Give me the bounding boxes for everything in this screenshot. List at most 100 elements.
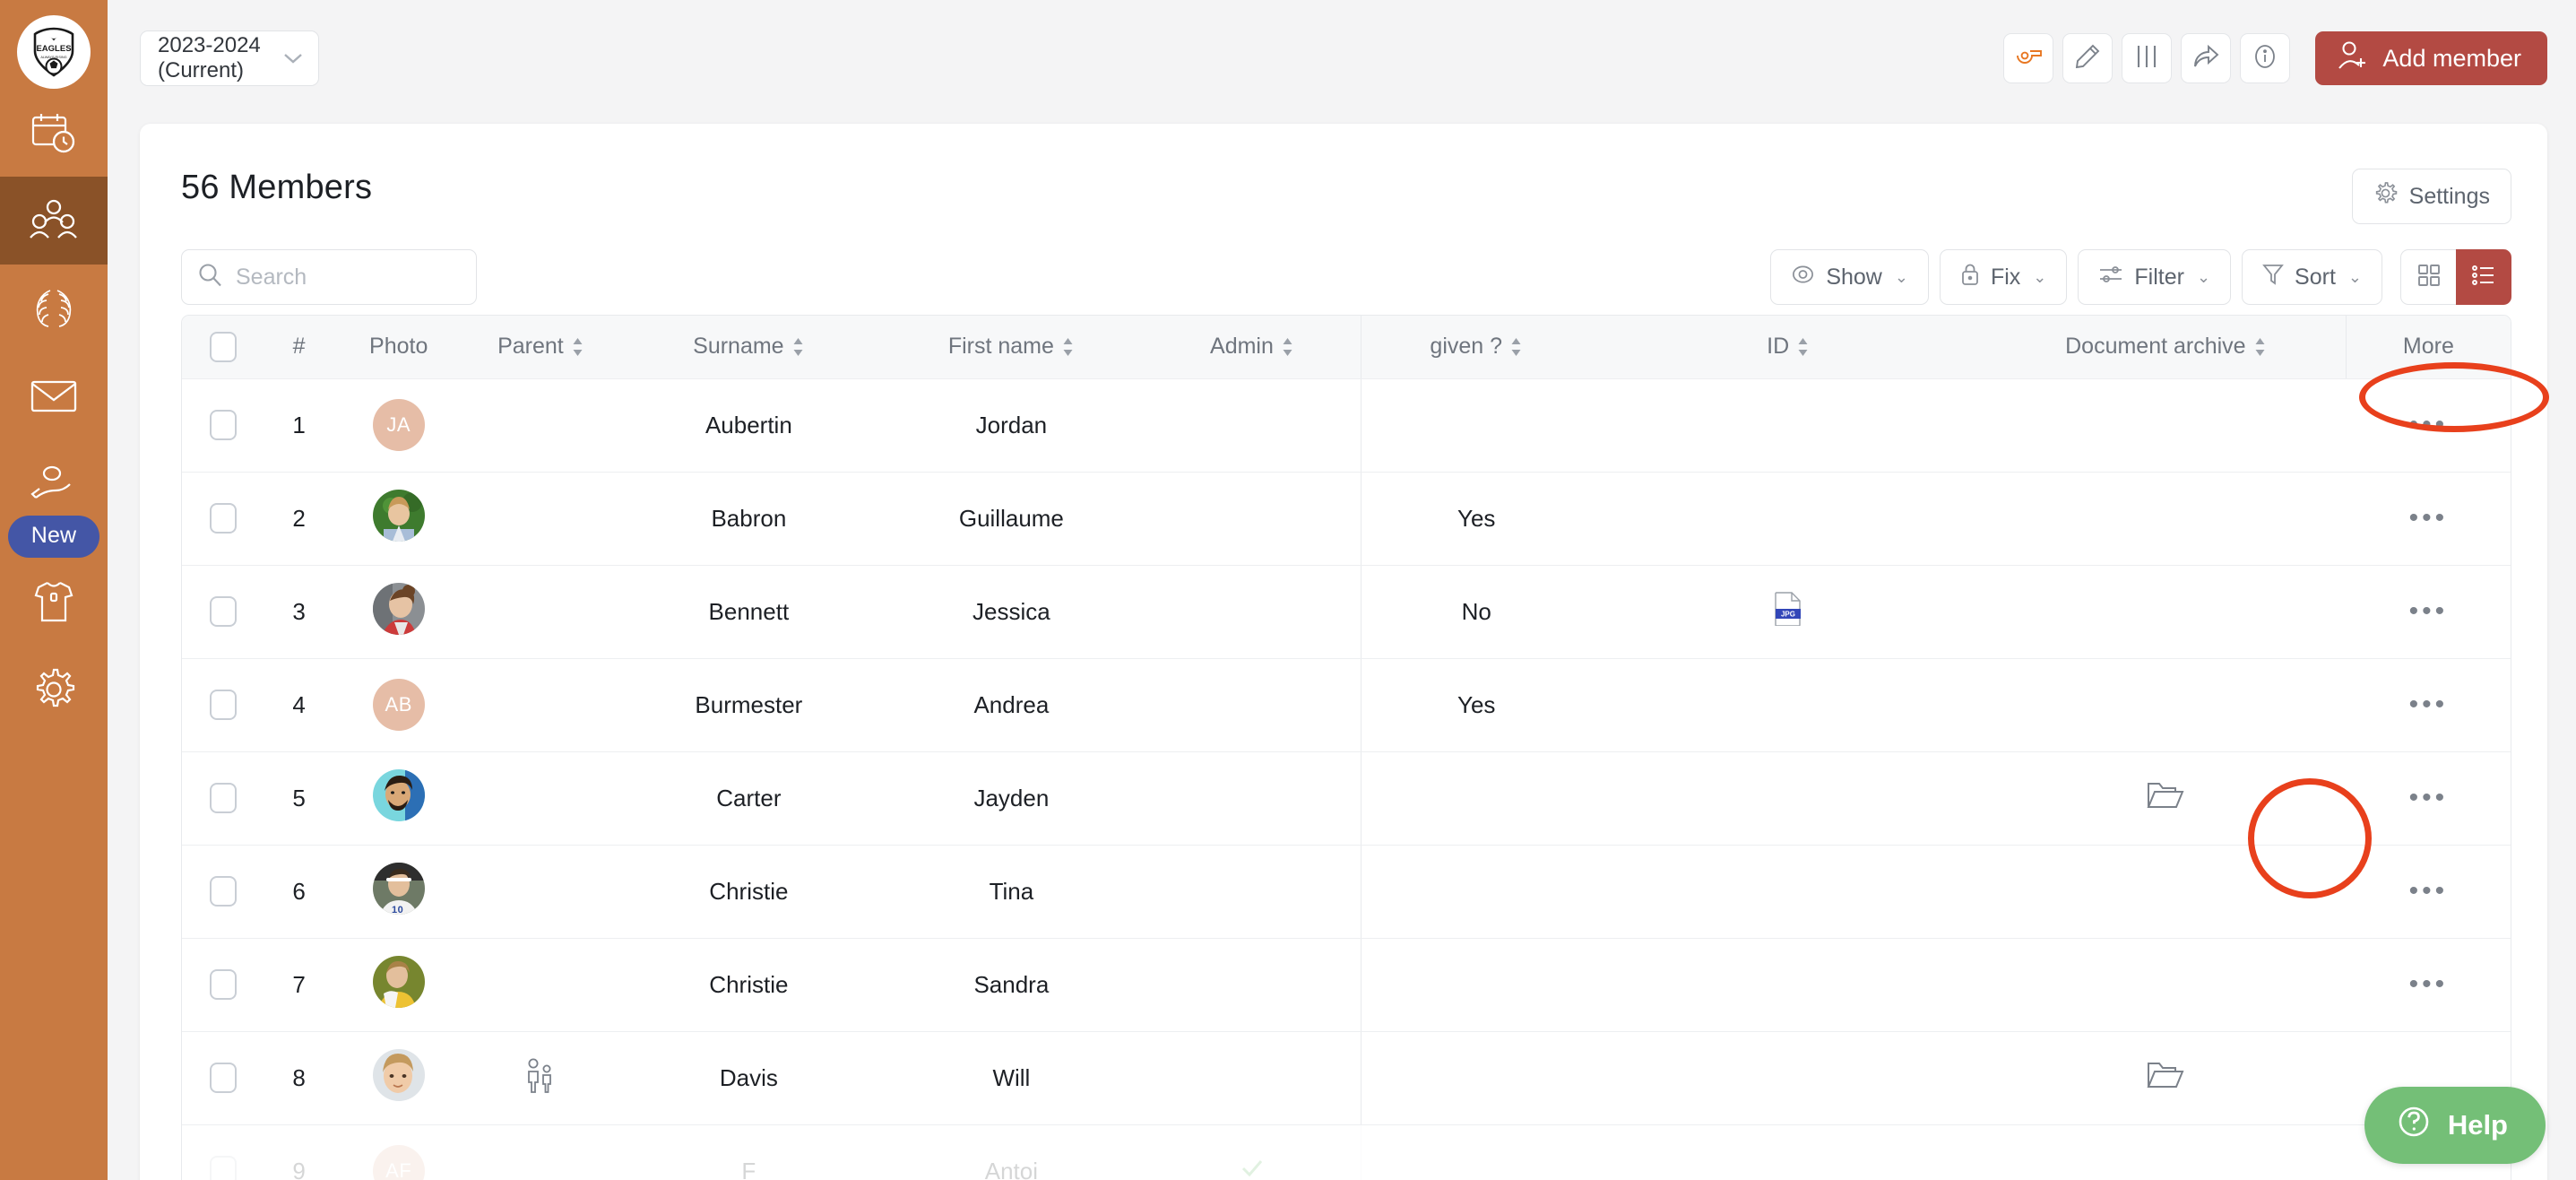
row-checkbox-cell[interactable] [182,938,265,1031]
row-parent-cell[interactable] [464,1031,618,1124]
row-more-button[interactable]: ••• [2409,969,2449,999]
row-more-cell[interactable]: ••• [2347,845,2511,938]
column-header-id[interactable]: ID [1591,316,1985,378]
row-checkbox[interactable] [210,690,238,721]
column-header-document-archive[interactable]: Document archive [1985,316,2347,378]
table-row[interactable]: 3 Bennett Jessica No JPG ••• [182,565,2511,658]
search-box[interactable] [181,249,477,305]
row-id-cell[interactable]: JPG [1591,565,1985,658]
table-row[interactable]: 1 JA Aubertin Jordan ••• [182,378,2511,472]
row-checkbox-cell[interactable] [182,845,265,938]
table-row[interactable]: 5 Carter Jayden ••• [182,751,2511,845]
eagles-club-logo[interactable]: EAGLES ALWAYS RISING [17,15,91,89]
row-checkbox-cell[interactable] [182,565,265,658]
row-document-archive-cell[interactable] [1985,1031,2347,1124]
sort-arrows-icon[interactable] [1282,337,1294,357]
column-header-surname[interactable]: Surname [618,316,880,378]
row-checkbox[interactable] [210,876,238,907]
row-more-cell[interactable]: ••• [2347,658,2511,751]
fix-button[interactable]: Fix ⌄ [1939,249,2068,305]
folder-icon[interactable] [2147,782,2184,816]
row-checkbox[interactable] [210,410,238,441]
row-checkbox[interactable] [210,596,238,628]
folder-icon[interactable] [2147,1062,2184,1096]
whistle-button[interactable] [2003,33,2054,83]
row-first-name: Will [992,1063,1031,1091]
row-document-archive-cell[interactable] [1985,565,2347,658]
sort-arrows-icon[interactable] [1510,337,1523,357]
select-all-header[interactable] [182,316,265,378]
table-row[interactable]: 7 Christie Sandra ••• [182,938,2511,1031]
row-checkbox-cell[interactable] [182,658,265,751]
settings-button[interactable]: Settings [2351,169,2511,224]
row-checkbox-cell[interactable] [182,751,265,845]
select-all-checkbox[interactable] [210,331,238,362]
row-more-cell[interactable]: ••• [2347,751,2511,845]
help-button[interactable]: Help [2364,1087,2546,1164]
sort-arrows-icon[interactable] [1797,337,1810,357]
row-checkbox-cell[interactable] [182,378,265,472]
add-member-button[interactable]: Add member [2315,31,2547,85]
show-button[interactable]: Show ⌄ [1770,249,1929,305]
list-view-button[interactable] [2456,249,2511,305]
row-checkbox[interactable] [210,503,238,534]
row-document-archive-cell[interactable] [1985,472,2347,565]
row-more-button[interactable]: ••• [2409,876,2449,906]
row-checkbox-cell[interactable] [182,1124,265,1180]
sidebar-item-settings[interactable] [0,646,108,733]
row-checkbox-cell[interactable] [182,1031,265,1124]
jpg-file-icon[interactable]: JPG [1775,591,1802,627]
sort-arrows-icon[interactable] [572,337,584,357]
share-button[interactable] [2181,33,2232,83]
row-document-archive-cell[interactable] [1985,378,2347,472]
sidebar-item-schedule[interactable] [0,89,108,177]
row-more-button[interactable]: ••• [2409,503,2449,533]
sort-button[interactable]: Sort ⌄ [2242,249,2382,305]
column-header-first-name[interactable]: First name [880,316,1143,378]
row-more-cell[interactable]: ••• [2347,472,2511,565]
grid-view-button[interactable] [2400,249,2456,305]
edit-button[interactable] [2062,33,2114,83]
table-row[interactable]: 4 AB Burmester Andrea Yes ••• [182,658,2511,751]
search-input[interactable] [236,264,460,291]
row-document-archive-cell[interactable] [1985,845,2347,938]
row-more-button[interactable]: ••• [2409,596,2449,626]
row-checkbox[interactable] [210,783,238,814]
row-more-cell[interactable]: ••• [2347,565,2511,658]
table-row[interactable]: 8 Davis Will [182,1031,2511,1124]
column-header-parent[interactable]: Parent [464,316,618,378]
parent-icon[interactable] [525,1058,556,1099]
question-circle-icon [2397,1105,2431,1146]
row-document-archive-cell[interactable] [1985,658,2347,751]
filter-button[interactable]: Filter ⌄ [2078,249,2232,305]
column-header-given[interactable]: given ? [1361,316,1591,378]
column-header-admin[interactable]: Admin [1143,316,1361,378]
table-row[interactable]: 2 Babron Guillaume Yes ••• [182,472,2511,565]
info-button[interactable] [2240,33,2291,83]
table-row[interactable]: 9 AF F Antoi [182,1124,2511,1180]
sidebar-item-awards[interactable] [0,265,108,352]
row-more-cell[interactable]: ••• [2347,378,2511,472]
row-more-button[interactable]: ••• [2409,410,2449,439]
sidebar-item-shop[interactable] [0,558,108,646]
row-checkbox[interactable] [210,1063,238,1094]
columns-button[interactable] [2122,33,2173,83]
row-checkbox[interactable] [210,1156,238,1180]
sort-arrows-icon[interactable] [2254,337,2267,357]
row-checkbox[interactable] [210,969,238,1001]
row-checkbox-cell[interactable] [182,472,265,565]
members-table-container[interactable]: # Photo Parent Surname First name Admin … [181,315,2511,1180]
sort-arrows-icon[interactable] [1062,337,1075,357]
row-more-button[interactable]: ••• [2409,783,2449,812]
row-more-cell[interactable]: ••• [2347,938,2511,1031]
row-document-archive-cell[interactable] [1985,938,2347,1031]
sidebar-item-members[interactable] [0,177,108,265]
season-select[interactable]: 2023-2024 (Current) [140,30,319,86]
table-row[interactable]: 6 10 Christie Tina ••• [182,845,2511,938]
sort-arrows-icon[interactable] [792,337,805,357]
row-document-archive-cell[interactable] [1985,751,2347,845]
sidebar-item-messages[interactable] [0,352,108,440]
sidebar-new-badge[interactable]: New [0,516,108,558]
row-document-archive-cell[interactable] [1985,1124,2347,1180]
row-more-button[interactable]: ••• [2409,690,2449,719]
